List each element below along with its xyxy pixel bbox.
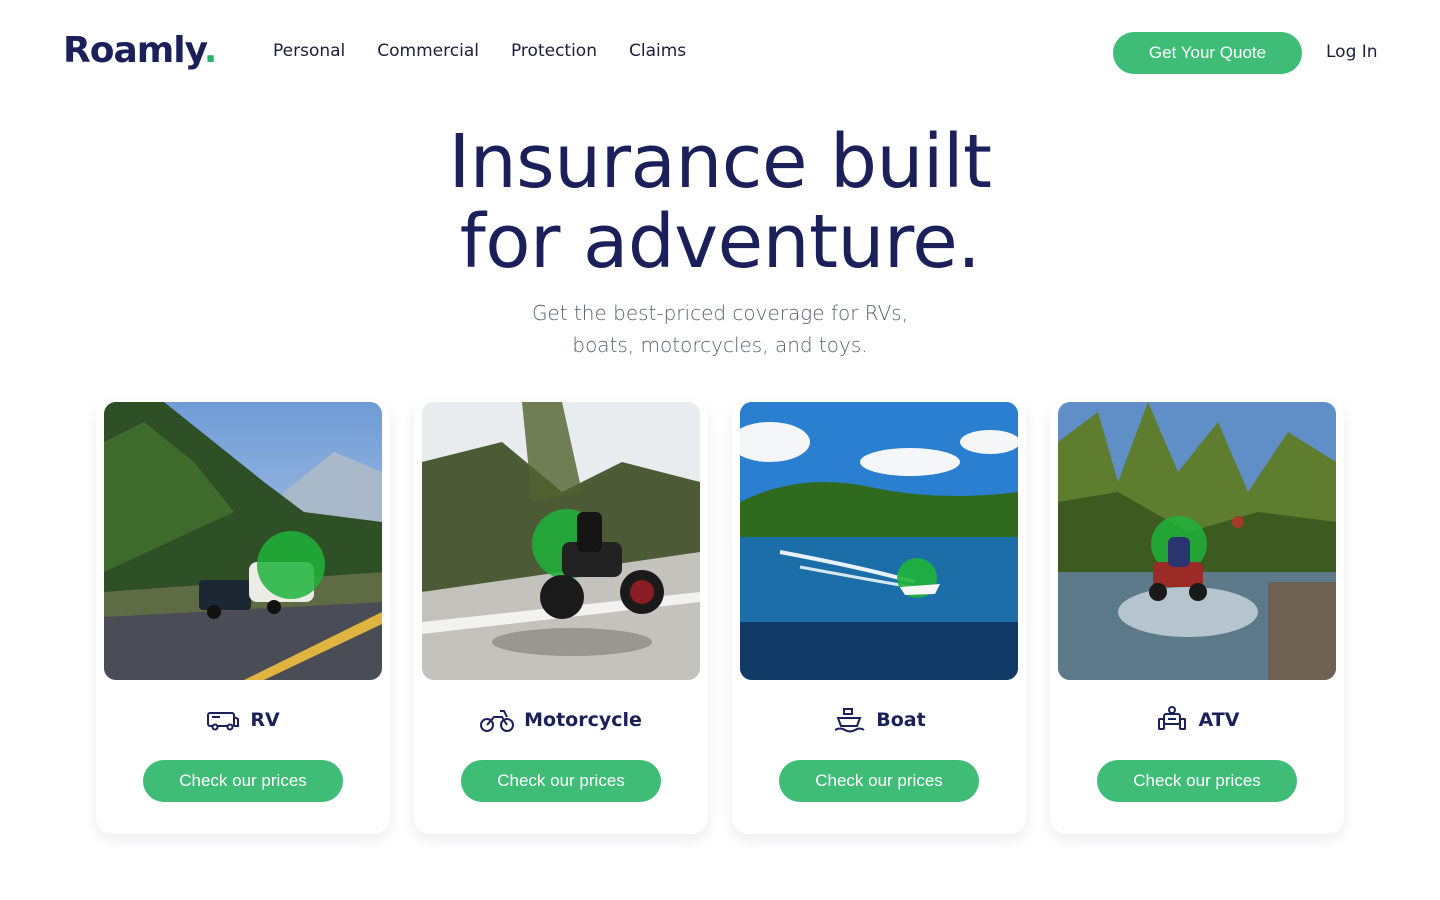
card-label-row: RV [96, 705, 390, 735]
rv-on-mountain-road-image [104, 402, 382, 680]
hero-subtitle-line2: boats, motorcycles, and toys. [572, 333, 868, 357]
card-label-row: Motorcycle [414, 705, 708, 735]
card-label: ATV [1198, 709, 1240, 731]
logo-dot: . [203, 30, 218, 71]
rv-icon [206, 705, 240, 735]
product-card-boat[interactable]: Boat Check our prices [732, 400, 1026, 834]
card-label: Motorcycle [524, 709, 642, 731]
hero-subtitle: Get the best-priced coverage for RVs, bo… [470, 297, 970, 361]
atv-icon [1155, 705, 1189, 735]
logo-text: Roamly [63, 30, 205, 71]
roamly-logo[interactable]: Roamly. [63, 30, 218, 71]
speedboat-on-lake-image [740, 402, 1018, 680]
hero-subtitle-line1: Get the best-priced coverage for RVs, [531, 301, 909, 325]
hero-title-line2: for adventure. [459, 199, 981, 285]
hero-title-line1: Insurance built [448, 119, 992, 205]
nav-protection[interactable]: Protection [511, 40, 597, 62]
nav-claims[interactable]: Claims [629, 40, 686, 62]
product-card-atv[interactable]: ATV Check our prices [1050, 400, 1344, 834]
nav-personal[interactable]: Personal [273, 40, 345, 62]
card-label-row: Boat [732, 705, 1026, 735]
atv-in-creek-image [1058, 402, 1336, 680]
motorcycle-icon [480, 705, 515, 735]
product-card-motorcycle[interactable]: Motorcycle Check our prices [414, 400, 708, 834]
card-label: RV [250, 709, 280, 731]
get-quote-button[interactable]: Get Your Quote [1113, 32, 1302, 74]
check-prices-button-motorcycle[interactable]: Check our prices [461, 760, 661, 802]
card-label: Boat [876, 709, 926, 731]
main-nav: Personal Commercial Protection Claims [273, 40, 718, 62]
motorcycle-rider-image [422, 402, 700, 680]
site-header: Roamly. Personal Commercial Protection C… [0, 0, 1440, 104]
nav-commercial[interactable]: Commercial [377, 40, 479, 62]
check-prices-button-boat[interactable]: Check our prices [779, 760, 979, 802]
login-link[interactable]: Log In [1326, 41, 1378, 63]
check-prices-button-atv[interactable]: Check our prices [1097, 760, 1297, 802]
check-prices-button-rv[interactable]: Check our prices [143, 760, 343, 802]
product-card-rv[interactable]: RV Check our prices [96, 400, 390, 834]
hero-title: Insurance built for adventure. [320, 122, 1120, 282]
card-label-row: ATV [1050, 705, 1344, 735]
boat-icon [832, 705, 866, 735]
